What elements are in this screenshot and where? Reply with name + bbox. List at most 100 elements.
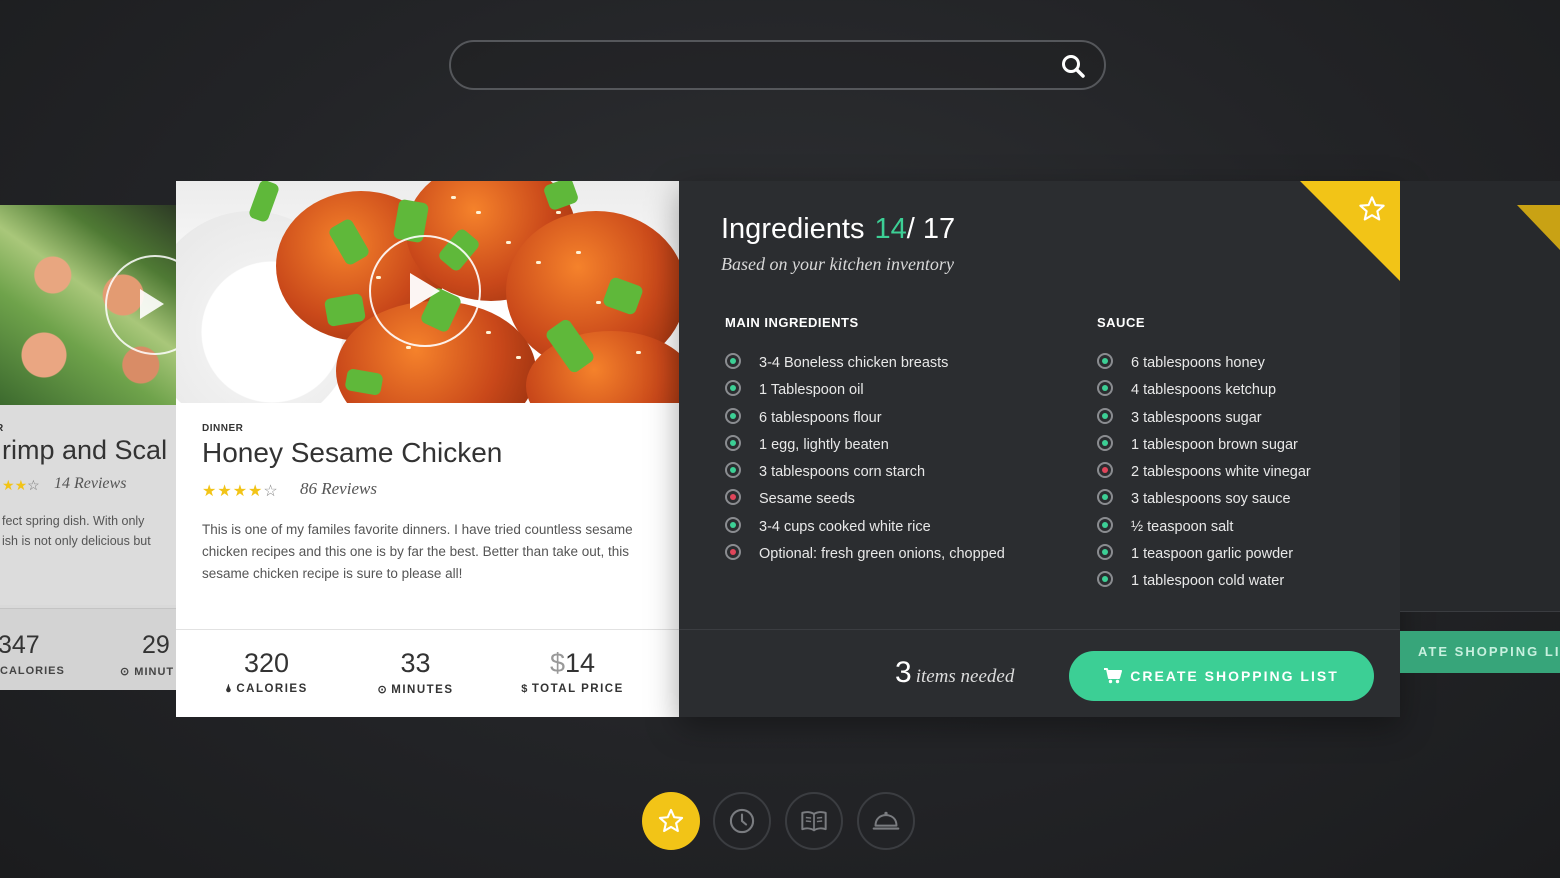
ingredient-label: ½ teaspoon salt	[1131, 518, 1234, 535]
ingredient-label: 3-4 cups cooked white rice	[759, 518, 931, 535]
ingredient-item[interactable]: 1 tablespoon brown sugar	[1097, 434, 1311, 462]
book-icon	[801, 811, 827, 832]
ingredient-label: Sesame seeds	[759, 491, 855, 508]
ingredients-total-count: / 17	[906, 213, 956, 245]
recipe-card-previous[interactable]: R rimp and Scal ★★☆ 14 Reviews fect spri…	[0, 205, 176, 690]
ingredient-item[interactable]: ½ teaspoon salt	[1097, 516, 1311, 544]
in-stock-indicator-icon	[1097, 571, 1113, 588]
main-ingredients-list: 3-4 Boneless chicken breasts 1 Tablespoon…	[725, 353, 1005, 571]
ingredient-label: 1 tablespoon cold water	[1131, 573, 1285, 590]
nav-dishes-button[interactable]	[857, 792, 915, 850]
ingredient-label: 3 tablespoons soy sauce	[1131, 491, 1291, 508]
search-input[interactable]	[475, 42, 1059, 90]
calories-stat: 320 🌢 CALORIES	[183, 630, 350, 696]
recipe-category: DINNER	[202, 423, 244, 434]
in-stock-indicator-icon	[1097, 407, 1113, 424]
minutes-value: 33	[400, 648, 431, 678]
ingredient-item[interactable]: 3-4 cups cooked white rice	[725, 516, 1005, 544]
ingredient-label: 3 tablespoons corn starch	[759, 464, 926, 481]
recipe-stats: 320 🌢 CALORIES 33 ⊙ MINUTES $14 $ TOTAL PRI…	[176, 629, 679, 718]
search-bar[interactable]	[449, 40, 1106, 90]
price-currency: $	[549, 648, 565, 678]
recipe-stats: 347 CALORIES 29 ⊙ MINUT	[0, 608, 176, 690]
calories-value: 347	[0, 631, 40, 659]
ingredient-label: 6 tablespoons honey	[1131, 355, 1265, 371]
ingredient-item[interactable]: 3 tablespoons corn starch	[725, 462, 1005, 489]
ingredient-item[interactable]: 6 tablespoons flour	[725, 407, 1005, 435]
minutes-label: MINUTES	[391, 684, 454, 696]
ingredient-label: 2 tablespoons white vinegar	[1131, 464, 1311, 481]
flame-icon: 🌢	[225, 683, 234, 695]
recipe-card[interactable]: DINNER Honey Sesame Chicken ★★★★☆ 86 Rev…	[176, 181, 679, 717]
ingredients-subtitle: Based on your kitchen inventory	[721, 254, 954, 274]
calories-label: CALORIES	[236, 683, 308, 695]
ingredient-item[interactable]: 1 egg, lightly beaten	[725, 434, 1005, 462]
missing-indicator-icon	[725, 544, 741, 561]
calories-value: 320	[243, 648, 290, 678]
play-icon	[140, 289, 164, 319]
ingredients-title: Ingredients 14/ 17	[721, 213, 956, 245]
sauce-ingredients-list: 6 tablespoons honey 4 tablespoons ketchup…	[1097, 353, 1311, 599]
ingredient-item[interactable]: 6 tablespoons honey	[1097, 353, 1311, 380]
search-icon[interactable]	[1060, 53, 1086, 79]
ingredients-panel: Ingredients 14/ 17 Based on your kitchen …	[679, 181, 1400, 717]
next-create-shopping-list-button[interactable]: ATE SHOPPING LIST	[1400, 631, 1560, 673]
clock-icon	[729, 808, 755, 834]
ingredient-label: 1 Tablespoon oil	[759, 382, 864, 399]
in-stock-indicator-icon	[1097, 380, 1113, 397]
ingredient-item[interactable]: Sesame seeds	[725, 489, 1005, 516]
cloche-icon	[872, 811, 900, 830]
in-stock-indicator-icon	[725, 407, 741, 424]
in-stock-indicator-icon	[1097, 353, 1113, 369]
recipe-category: R	[0, 423, 3, 434]
rating-stars: ★★☆	[2, 477, 40, 493]
in-stock-indicator-icon	[1097, 489, 1113, 506]
price-stat: $14 $ TOTAL PRICE	[489, 630, 656, 695]
create-shopping-list-button[interactable]: CREATE SHOPPING LIST	[1069, 651, 1374, 701]
recipe-title: rimp and Scal	[2, 435, 168, 465]
ingredient-item[interactable]: 3-4 Boneless chicken breasts	[725, 353, 1005, 380]
ingredient-item[interactable]: 1 tablespoon cold water	[1097, 571, 1311, 598]
star-icon	[658, 808, 684, 833]
ingredient-item[interactable]: Optional: fresh green onions, chopped	[725, 544, 1005, 571]
clock-icon: ⊙	[377, 684, 389, 696]
in-stock-indicator-icon	[1097, 434, 1113, 451]
price-label: TOTAL PRICE	[531, 683, 624, 695]
nav-recent-button[interactable]	[713, 792, 771, 850]
in-stock-indicator-icon	[725, 353, 741, 369]
ingredients-have-count: 14	[874, 213, 907, 245]
minutes-value: 29	[142, 631, 170, 659]
ingredient-item[interactable]: 1 Tablespoon oil	[725, 380, 1005, 407]
rating-stars: ★★★★☆	[202, 483, 279, 500]
ingredient-label: 1 egg, lightly beaten	[759, 436, 889, 453]
ingredient-label: 1 tablespoon brown sugar	[1131, 436, 1298, 453]
nav-recipes-button[interactable]	[785, 792, 843, 850]
review-count[interactable]: 86 Reviews	[300, 479, 377, 499]
cart-icon	[1104, 668, 1123, 684]
price-value: 14	[564, 648, 596, 678]
items-needed: 3 items needed	[895, 656, 1015, 689]
ingredient-item[interactable]: 4 tablespoons ketchup	[1097, 380, 1311, 407]
ingredients-footer: 3 items needed CREATE SHOPPING LIST	[679, 629, 1400, 717]
in-stock-indicator-icon	[725, 380, 741, 397]
in-stock-indicator-icon	[725, 462, 741, 479]
ingredient-label: 3 tablespoons sugar	[1131, 409, 1262, 426]
in-stock-indicator-icon	[1097, 516, 1113, 533]
star-icon[interactable]	[1358, 195, 1386, 223]
missing-indicator-icon	[725, 489, 741, 506]
ingredient-item[interactable]: 1 teaspoon garlic powder	[1097, 544, 1311, 571]
ingredient-item[interactable]: 3 tablespoons sugar	[1097, 407, 1311, 435]
ingredient-item[interactable]: 3 tablespoons soy sauce	[1097, 489, 1311, 516]
ingredient-label: Optional: fresh green onions, chopped	[759, 546, 1005, 563]
review-count: 14 Reviews	[54, 475, 127, 492]
play-icon	[410, 273, 440, 309]
in-stock-indicator-icon	[1097, 544, 1113, 561]
nav-favorites-button[interactable]	[642, 792, 700, 850]
sauce-heading: SAUCE	[1097, 315, 1146, 330]
missing-indicator-icon	[1097, 462, 1113, 479]
ingredient-item[interactable]: 2 tablespoons white vinegar	[1097, 462, 1311, 489]
next-favorite-corner[interactable]	[1517, 205, 1560, 250]
recipe-description: This is one of my familes favorite dinne…	[202, 522, 633, 581]
in-stock-indicator-icon	[725, 516, 741, 533]
ingredient-label: 1 teaspoon garlic powder	[1131, 546, 1294, 563]
